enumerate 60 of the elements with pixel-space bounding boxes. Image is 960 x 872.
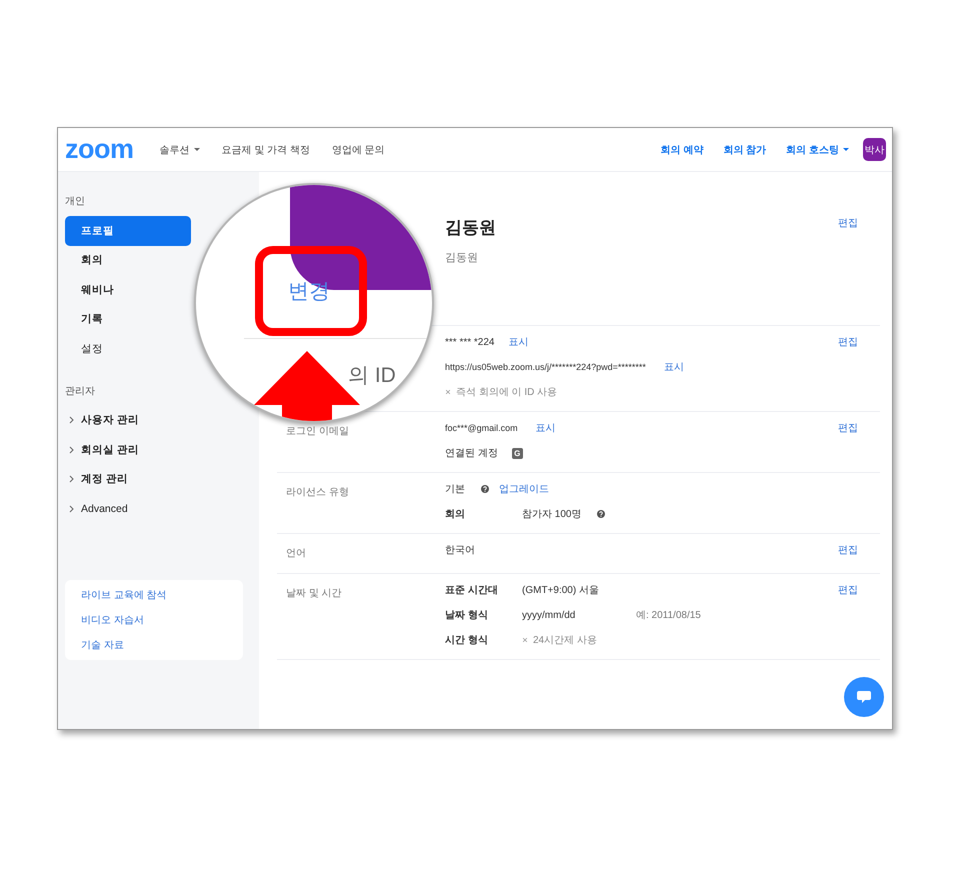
help-link[interactable]: 라이브 교육에 참석 <box>81 588 227 602</box>
row-label: 로그인 이메일 <box>286 426 349 437</box>
sidebar-item[interactable]: Advanced <box>65 494 191 524</box>
field-label: 의 ID <box>348 363 396 389</box>
help-icon[interactable] <box>481 485 489 493</box>
edit-link[interactable]: 편집 <box>838 543 880 561</box>
nav-link[interactable]: 회의 예약 <box>660 142 704 156</box>
profile-subname: 김동원 <box>445 251 479 265</box>
action-link[interactable]: 업그레이드 <box>499 482 549 496</box>
value-text: 한국어 <box>445 544 475 557</box>
sidebar-item[interactable]: 웨비나 <box>65 275 191 304</box>
field-key: 시간 형식 <box>445 633 518 647</box>
section-title: 개인 <box>65 195 86 208</box>
zoom-logo[interactable]: zoom <box>65 136 134 163</box>
chat-bubble-icon <box>857 691 871 703</box>
sidebar-item[interactable]: 설정 <box>65 334 191 364</box>
nav-link[interactable]: 솔루션 <box>160 142 200 156</box>
value-text: https://us05web.zoom.us/j/*******224?pwd=******** <box>445 362 646 372</box>
sidebar-item[interactable]: 계정 관리 <box>65 464 191 494</box>
sidebar-item[interactable]: 기록 <box>65 304 191 334</box>
edit-link[interactable]: 편집 <box>838 583 880 647</box>
row-label: 라이선스 유형 <box>286 487 349 498</box>
sidebar-item[interactable]: 프로필 <box>65 216 191 246</box>
sidebar-item[interactable]: 회의 <box>65 246 191 275</box>
nav-link[interactable]: 영업에 문의 <box>332 142 385 156</box>
action-link[interactable]: 표시 <box>508 335 528 349</box>
value-text: 기본 <box>445 483 465 496</box>
value-text: 참가자 100명 <box>522 508 582 521</box>
nav-link[interactable]: 회의 호스팅 <box>786 142 849 156</box>
chat-button[interactable] <box>844 677 884 717</box>
option-text: 즉석 회의에 이 ID 사용 <box>456 386 558 399</box>
edit-link[interactable]: 편집 <box>838 216 880 313</box>
google-badge: G <box>512 448 523 458</box>
value-text: 연결된 계정 <box>445 447 498 460</box>
section-title: 관리자 <box>65 384 96 398</box>
field-key: 날짜 형식 <box>445 608 518 622</box>
nav-link[interactable]: 회의 참가 <box>723 142 766 156</box>
edit-link[interactable]: 편집 <box>838 421 880 460</box>
nav-link[interactable]: 요금제 및 가격 책정 <box>222 142 310 156</box>
value-text: foc***@gmail.com <box>445 423 518 433</box>
action-link[interactable]: 표시 <box>664 360 684 374</box>
sidebar-item[interactable]: 사용자 관리 <box>65 406 191 435</box>
row-label: 날짜 및 시간 <box>286 588 342 599</box>
action-link[interactable]: 표시 <box>536 421 556 435</box>
value-text: *** *** *224 <box>445 336 494 348</box>
help-icon[interactable] <box>597 510 606 518</box>
profile-name: 김동원 <box>445 217 497 239</box>
help-link[interactable]: 비디오 자습서 <box>81 612 227 626</box>
help-link[interactable]: 기술 자료 <box>81 638 227 652</box>
option-text: 24시간제 사용 <box>533 634 597 647</box>
value-text: yyyy/mm/dd <box>522 610 576 620</box>
value-text: (GMT+9:00) 서울 <box>522 584 599 597</box>
change-link[interactable]: 변경 <box>288 277 330 305</box>
example-text: 예: 2011/08/15 <box>636 609 701 622</box>
sidebar-item[interactable]: 회의실 관리 <box>65 435 191 464</box>
field-key: 회의 <box>445 507 518 521</box>
row-label: 언어 <box>286 548 306 559</box>
edit-link[interactable]: 편집 <box>838 335 880 399</box>
field-key: 표준 시간대 <box>445 583 518 597</box>
user-avatar[interactable]: 박사 <box>863 138 886 161</box>
